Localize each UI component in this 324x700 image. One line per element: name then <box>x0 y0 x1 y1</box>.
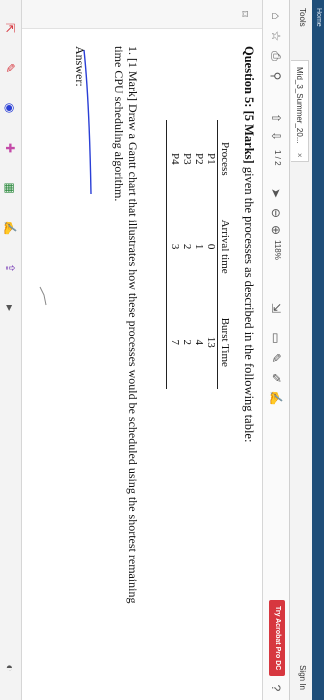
tools-menu[interactable]: Tools <box>298 8 307 27</box>
table-cell: 2 <box>181 243 193 250</box>
table-cell: 1 <box>193 243 205 250</box>
tools-panel: ⇱ ✎ ◉ ✚ ▦ ✍ ⇪ ▸ ◐ <box>0 0 22 700</box>
comment-icon[interactable]: ▭ <box>268 330 284 346</box>
home-icon[interactable]: ⌂ <box>268 8 284 24</box>
window-title: Home <box>315 8 322 27</box>
table-cell: P2 <box>193 152 205 165</box>
page-up-icon[interactable]: ⇧ <box>268 110 284 126</box>
more-tools-icon[interactable]: ▸ <box>2 300 18 316</box>
part-1-text: 1. [1 Mark] Draw a Gantt chart that illu… <box>112 46 140 604</box>
table-cell: P3 <box>181 152 193 165</box>
page-down-icon[interactable]: ⇩ <box>268 128 284 144</box>
zoom-in-icon[interactable]: ⊕ <box>268 222 284 238</box>
pen-icon[interactable]: ✎ <box>268 350 284 366</box>
table-cell: 3 <box>166 197 181 296</box>
sign-in-link[interactable]: Sign In <box>298 665 307 690</box>
sign-icon[interactable]: ✍ <box>268 390 284 406</box>
table-cell: P1 <box>205 152 217 165</box>
answer-label: Answer: <box>73 46 87 87</box>
table-row: P1 0 13 <box>205 120 218 389</box>
pen-tick-mark <box>39 286 47 306</box>
process-table: Process Arrival time Burst Time P1 0 13 … <box>166 120 232 389</box>
cursor-icon[interactable]: ➤ <box>268 185 284 201</box>
table-row: P2 1 4 <box>193 120 205 389</box>
organize-pages-icon[interactable]: ▦ <box>2 180 18 196</box>
document-page: Question 5: [5 Marks] given the processe… <box>22 30 262 630</box>
comment-tool-icon[interactable]: ✚ <box>2 140 18 156</box>
help-icon[interactable]: ? <box>268 680 284 696</box>
table-cell: 2 <box>181 339 193 346</box>
table-cell: P4 <box>166 120 181 198</box>
table-cell: 13 <box>205 336 217 348</box>
document-tab-label: Mid_3_Summer_20... <box>295 67 304 144</box>
search-icon[interactable]: ⚲ <box>268 68 284 84</box>
page-indicator[interactable]: 1 / 2 <box>273 150 282 166</box>
zoom-level[interactable]: 118% <box>273 240 282 260</box>
create-pdf-icon[interactable]: ◉ <box>2 100 18 116</box>
star-icon[interactable]: ☆ <box>268 28 284 44</box>
rotated-viewer: Home Tools Mid_3_Summer_20... × Sign In … <box>0 0 324 700</box>
bookmark-icon[interactable]: ⌑ <box>236 6 252 22</box>
table-cell: 0 <box>205 243 217 250</box>
highlight-icon[interactable]: ✐ <box>268 370 284 386</box>
menu-row: Tools Mid_3_Summer_20... × Sign In <box>289 0 312 700</box>
sidebar-icon[interactable]: ◐ <box>2 660 18 676</box>
left-gutter: ⌑ <box>22 0 262 29</box>
table-row: P4 3 7 <box>166 120 181 389</box>
toolbar: ⌂ ☆ ⎙ ⚲ ⇧ ⇩ 1 / 2 ➤ ⊖ ⊕ 118% ⇲ ▭ ✎ ✐ ✍ T… <box>262 0 289 700</box>
try-acrobat-button[interactable]: Try Acrobat Pro DC <box>269 600 285 677</box>
fill-sign-icon[interactable]: ✍ <box>2 220 18 236</box>
question-heading: Question 5: [5 Marks] <box>242 46 256 164</box>
share-icon[interactable]: ⇪ <box>2 260 18 276</box>
question-intro: given the processes as described in the … <box>242 163 256 443</box>
edit-pdf-icon[interactable]: ✎ <box>2 60 18 76</box>
table-cell: 4 <box>193 339 205 346</box>
close-tab-icon[interactable]: × <box>291 153 308 158</box>
table-header: Process <box>217 120 232 198</box>
question-text: Question 5: [5 Marks] given the processe… <box>241 46 256 442</box>
export-pdf-icon[interactable]: ⇱ <box>2 20 18 36</box>
window-title-bar: Home <box>312 0 324 700</box>
zoom-out-icon[interactable]: ⊖ <box>268 205 284 221</box>
table-row: P3 2 2 <box>181 120 193 389</box>
print-icon[interactable]: ⎙ <box>268 48 284 64</box>
table-header: Burst Time <box>217 295 232 389</box>
table-header: Arrival time <box>217 197 232 296</box>
fit-page-icon[interactable]: ⇲ <box>268 300 284 316</box>
table-cell: 7 <box>166 295 181 389</box>
document-tab[interactable]: Mid_3_Summer_20... × <box>291 60 309 163</box>
